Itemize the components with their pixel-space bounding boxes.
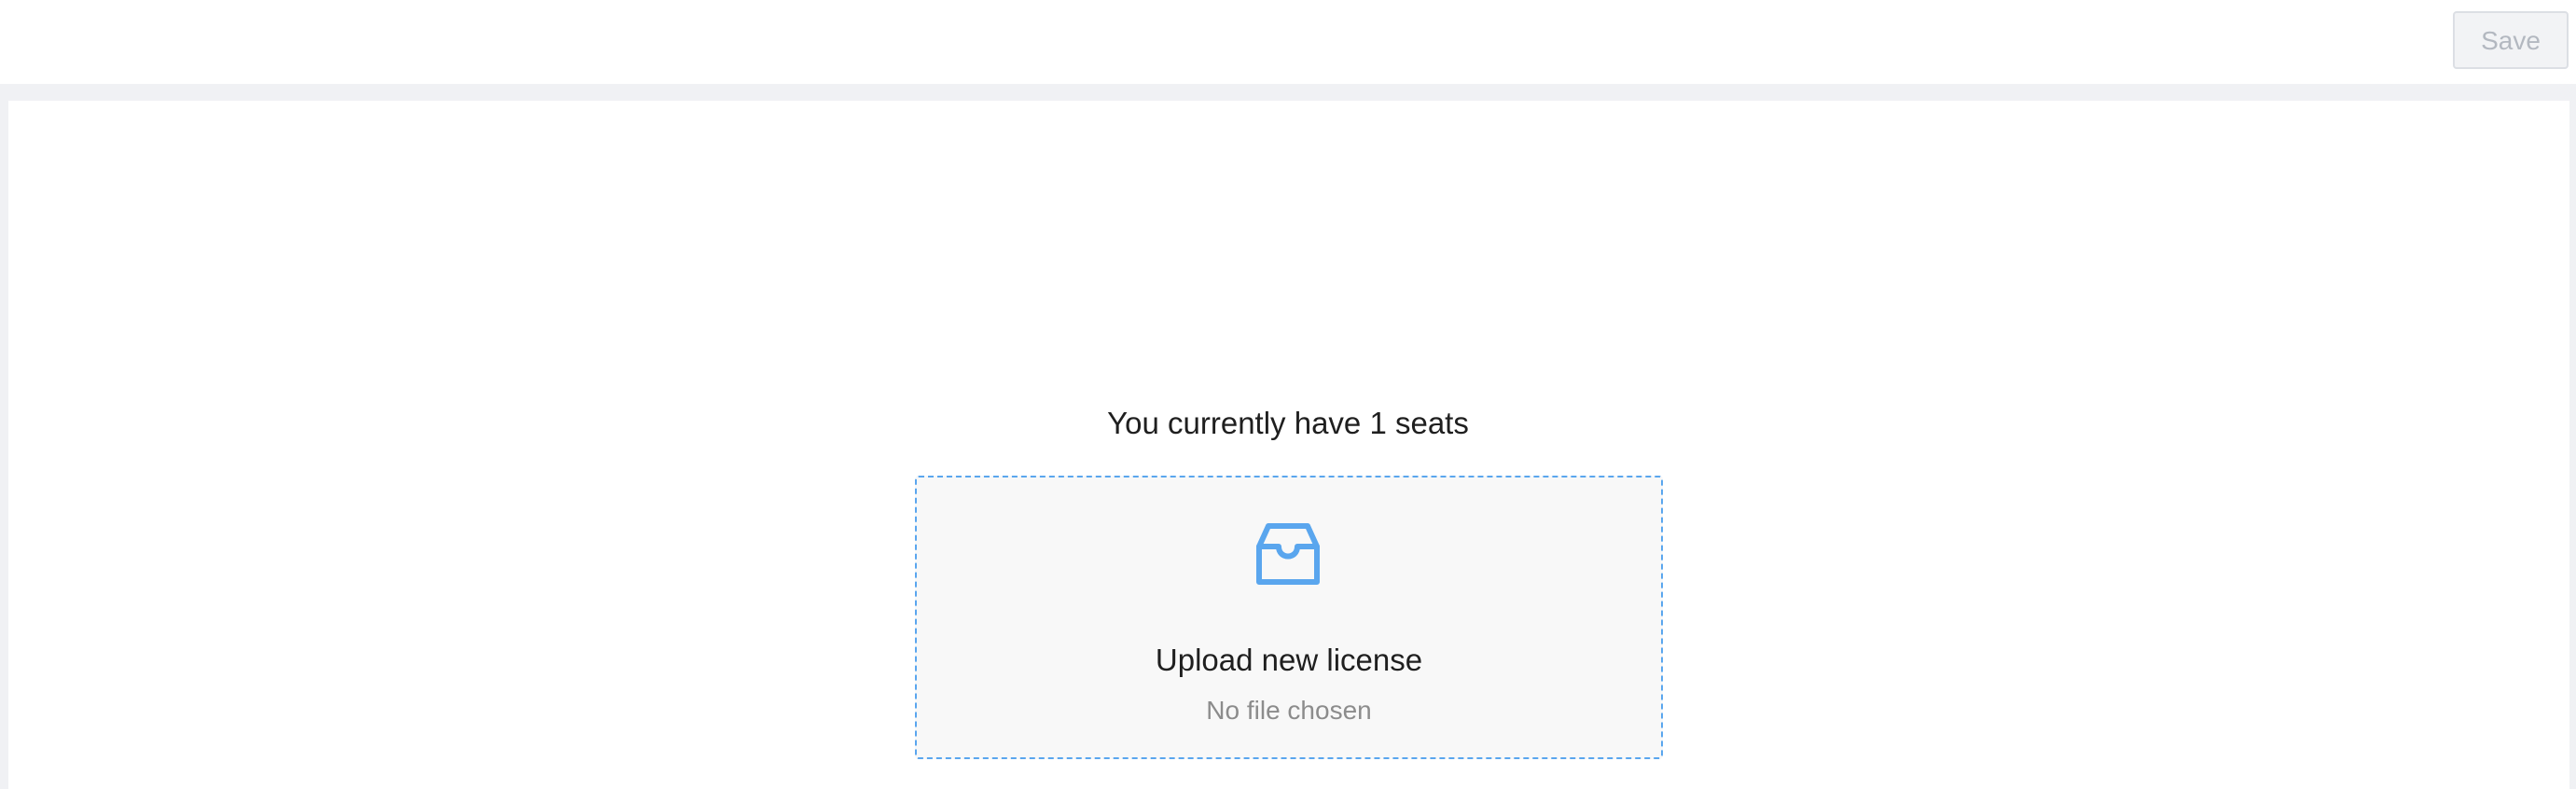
seats-summary: You currently have 1 seats: [1107, 406, 1469, 440]
inbox-icon: [1256, 523, 1320, 585]
license-upload-dropzone[interactable]: Upload new license No file chosen: [915, 476, 1663, 759]
save-button[interactable]: Save: [2453, 11, 2569, 69]
top-toolbar: Save: [0, 0, 2576, 84]
file-chosen-status: No file chosen: [1206, 696, 1372, 725]
upload-license-label: Upload new license: [1155, 643, 1423, 677]
